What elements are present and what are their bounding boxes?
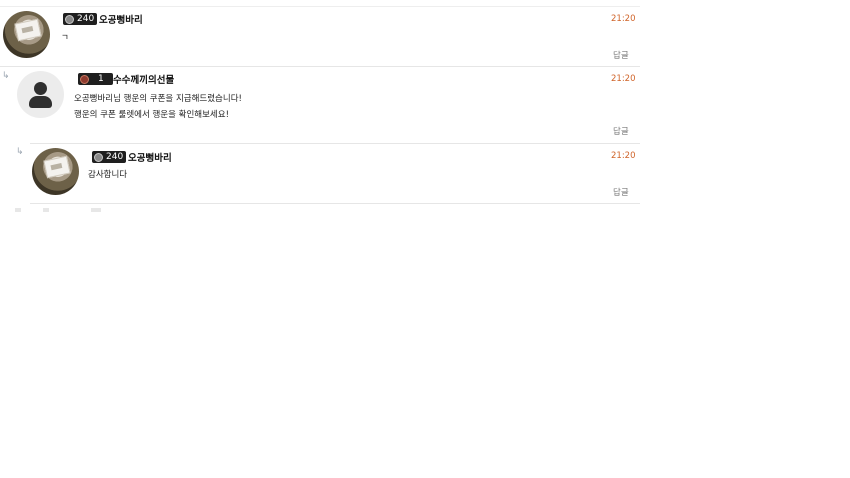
level-emblem-icon — [65, 14, 74, 24]
comment-time: 21:20 — [611, 74, 636, 84]
level-badge: 1 — [78, 73, 113, 85]
comment-divider — [30, 203, 640, 204]
top-divider — [0, 6, 640, 7]
cut-off-next-comment — [15, 208, 125, 212]
reply-arrow-icon: ↳ — [16, 147, 24, 157]
author-name[interactable]: 오공뻥바리 — [128, 150, 172, 164]
level-number: 240 — [106, 152, 124, 162]
reply-arrow-icon: ↳ — [2, 71, 10, 81]
level-emblem-icon — [80, 74, 89, 84]
comment-text-line-1: 오공뻥바리님 행운의 쿠폰을 지급해드렸습니다! — [74, 94, 242, 104]
comment-time: 21:20 — [611, 151, 636, 161]
comment-text-line-1: 감사합니다 — [88, 170, 128, 180]
reply-button[interactable]: 답글 — [613, 186, 629, 198]
comment-time: 21:20 — [611, 14, 636, 24]
avatar[interactable] — [3, 11, 50, 58]
level-badge: 240 — [92, 151, 127, 163]
level-number: 1 — [98, 74, 104, 84]
avatar[interactable] — [32, 148, 79, 195]
avatar[interactable] — [17, 71, 64, 118]
level-number: 240 — [77, 14, 95, 24]
reply-button[interactable]: 답글 — [613, 49, 629, 61]
author-name[interactable]: 오공뻥바리 — [99, 12, 143, 26]
level-badge: 240 — [63, 13, 98, 25]
user-silhouette-icon — [34, 82, 47, 95]
comment-divider — [30, 143, 640, 144]
level-emblem-icon — [94, 152, 103, 162]
reply-button[interactable]: 답글 — [613, 125, 629, 137]
comment-divider — [0, 66, 640, 67]
comment-text-line-2: 행운의 쿠폰 룰렛에서 행운을 확인해보세요! — [74, 110, 229, 120]
comment-text-line-1: ㄱ — [61, 33, 69, 43]
author-name[interactable]: 수수께끼의선물 — [113, 72, 174, 86]
